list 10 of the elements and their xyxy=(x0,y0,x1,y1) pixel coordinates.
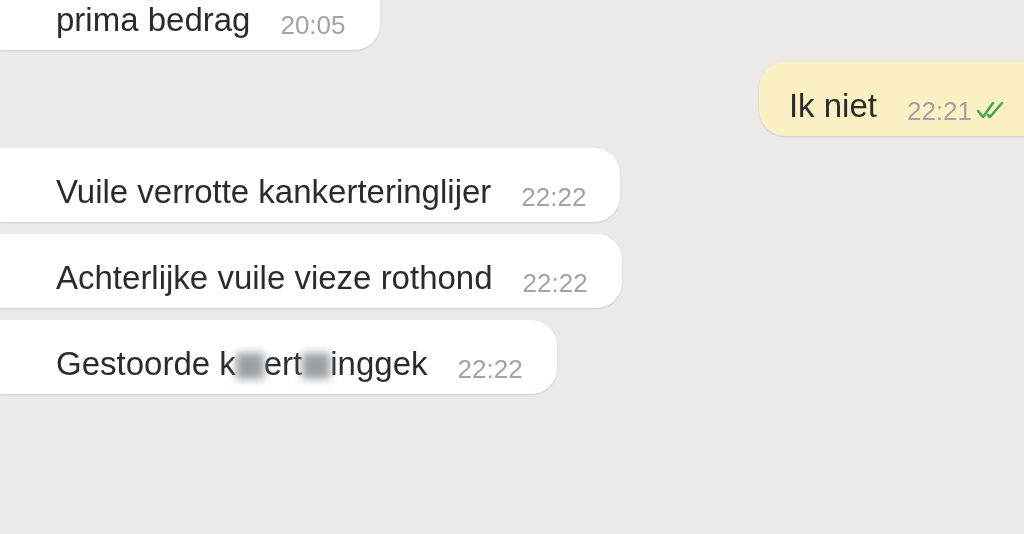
message-time: 22:22 xyxy=(457,356,523,382)
message-time: 22:22 xyxy=(521,184,587,210)
message-text: Gestoorde k ert inggek xyxy=(56,344,428,384)
message-time: 20:05 xyxy=(280,12,346,38)
message-text: Achterlijke vuile vieze rothond xyxy=(56,258,493,298)
message-time: 22:22 xyxy=(522,270,588,296)
message-text: Vuile verrotte kankerteringlijer xyxy=(56,172,492,212)
message-text: prima bedrag xyxy=(56,0,251,40)
message-time: 22:21 xyxy=(906,98,972,124)
message-text: Ik niet xyxy=(788,86,877,126)
